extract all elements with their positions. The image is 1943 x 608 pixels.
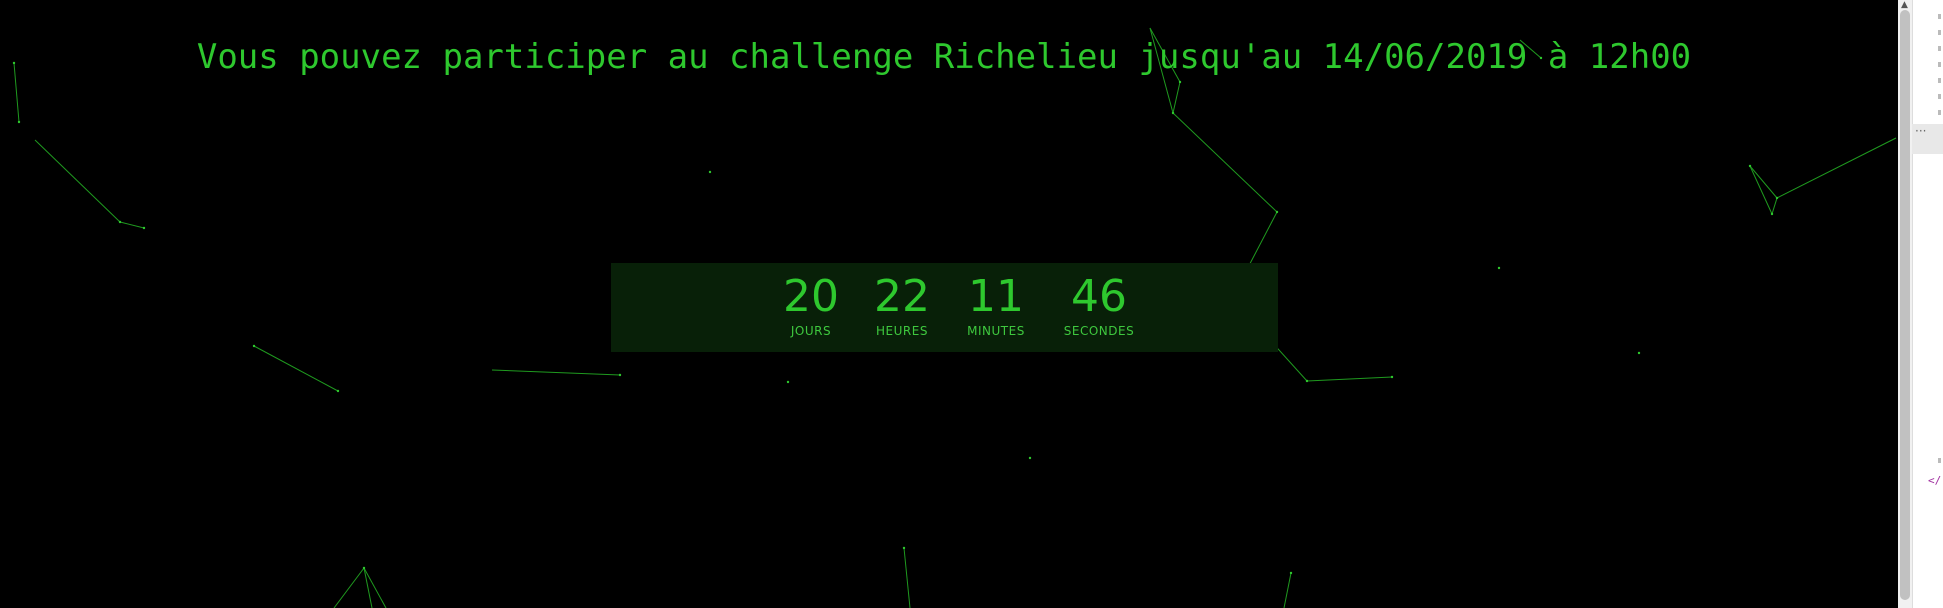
particle-dot: [902, 546, 906, 550]
devtools-line-marker: [1938, 14, 1941, 19]
particle-dot: [17, 120, 21, 124]
particle-dot: [336, 389, 340, 393]
particle-link: [1172, 112, 1278, 213]
countdown-minutes-value: 11: [968, 271, 1024, 322]
countdown-minutes: 11 MINUTES: [949, 271, 1043, 339]
particle-dot: [1171, 111, 1175, 115]
countdown-days-label: JOURS: [790, 324, 832, 338]
particle-link: [34, 139, 121, 223]
particle-dot: [362, 566, 366, 570]
devtools-html-close-tag: </: [1928, 474, 1942, 487]
devtools-line-marker: [1938, 30, 1941, 35]
particle-link: [491, 369, 621, 376]
particle-dot: [118, 220, 122, 224]
countdown-minutes-label: MINUTES: [967, 324, 1025, 338]
particle-dot: [1305, 379, 1309, 383]
devtools-line-marker: [1938, 458, 1941, 463]
particle-link: [363, 567, 373, 608]
countdown-hours: 22 HEURES: [856, 271, 948, 339]
particle-link: [333, 567, 365, 608]
particle-dot: [1390, 375, 1394, 379]
particle-dot: [786, 380, 790, 384]
scrollbar-thumb[interactable]: [1900, 10, 1910, 600]
particle-link: [1776, 137, 1897, 199]
particle-dot: [252, 344, 256, 348]
particle-dot: [142, 226, 146, 230]
particle-dot: [1748, 164, 1752, 168]
particle-link: [1306, 376, 1393, 382]
particle-dot: [708, 170, 712, 174]
devtools-line-marker: [1938, 78, 1941, 83]
countdown-hours-label: HEURES: [876, 324, 928, 338]
countdown-days: 20 JOURS: [765, 271, 857, 339]
devtools-panel-edge: ▲ ··· </: [1898, 0, 1943, 608]
page-canvas: Vous pouvez participer au challenge Rich…: [0, 0, 1898, 608]
particle-link: [1771, 197, 1778, 215]
countdown-hours-value: 22: [874, 271, 930, 322]
countdown-seconds: 46 SECONDES: [1042, 271, 1156, 339]
devtools-line-marker: [1938, 94, 1941, 99]
particle-dot: [1178, 80, 1182, 84]
particle-dot: [1770, 212, 1774, 216]
particle-link: [253, 345, 339, 392]
particle-dot: [1289, 571, 1293, 575]
particle-link: [1172, 81, 1181, 114]
particle-link: [363, 567, 387, 608]
particle-dot: [1775, 196, 1779, 200]
particle-dot: [1028, 456, 1032, 460]
countdown-seconds-label: SECONDES: [1063, 324, 1135, 338]
more-options-icon[interactable]: ···: [1915, 124, 1926, 138]
devtools-line-marker: [1938, 110, 1941, 115]
particle-dot: [1497, 266, 1501, 270]
particle-link: [1749, 165, 1773, 215]
particle-link: [1283, 572, 1292, 608]
scroll-up-arrow-icon[interactable]: ▲: [1901, 0, 1908, 10]
challenge-deadline-headline: Vous pouvez participer au challenge Rich…: [196, 36, 1692, 77]
countdown-seconds-value: 46: [1071, 271, 1127, 322]
page-scrollbar[interactable]: ▲: [1898, 0, 1913, 608]
countdown-timer: 20 JOURS 22 HEURES 11 MINUTES 46 SECONDE…: [611, 263, 1278, 352]
devtools-line-marker: [1938, 62, 1941, 67]
particle-link: [1749, 165, 1778, 199]
particle-link: [119, 221, 145, 229]
particle-link: [903, 547, 911, 608]
countdown-days-value: 20: [783, 271, 839, 322]
particle-dot: [618, 373, 622, 377]
particle-dot: [1637, 351, 1641, 355]
devtools-line-marker: [1938, 46, 1941, 51]
particle-dot: [1275, 210, 1279, 214]
